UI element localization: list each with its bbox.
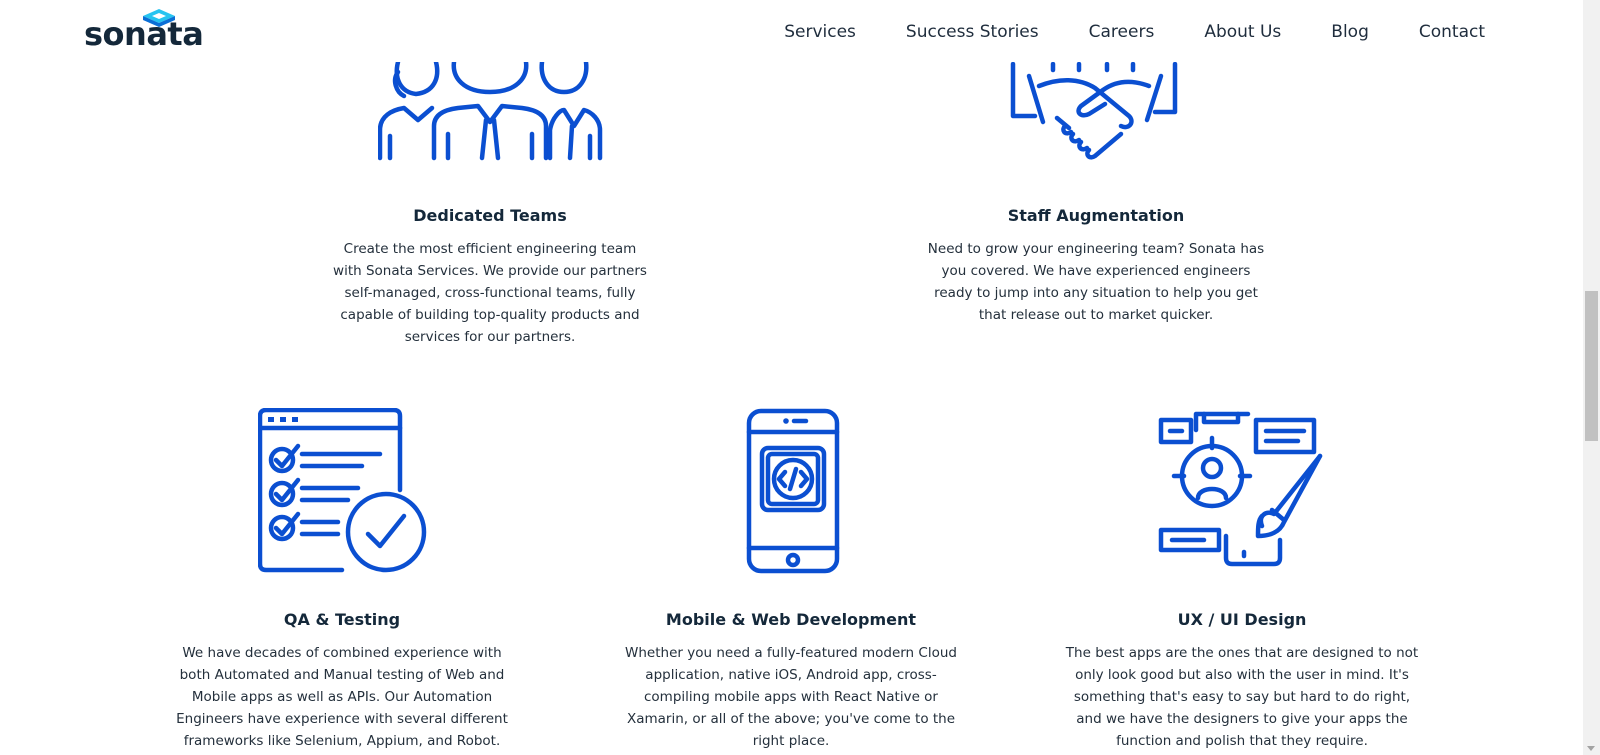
nav-contact[interactable]: Contact	[1419, 19, 1485, 45]
scroll-down-arrow-icon[interactable]	[1587, 746, 1595, 751]
logo-link[interactable]: sonata	[84, 8, 204, 56]
scrollbar-thumb[interactable]	[1585, 291, 1598, 441]
service-card-ux-ui: UX / UI Design The best apps are the one…	[1060, 0, 1424, 755]
nav-services[interactable]: Services	[784, 19, 856, 45]
nav-careers[interactable]: Careers	[1089, 19, 1155, 45]
brand-name: sonata	[84, 15, 204, 53]
page: Dedicated Teams Create the most efficien…	[0, 0, 1600, 755]
service-title: UX / UI Design	[1177, 610, 1307, 629]
site-header: sonata Services Success Stories Careers …	[0, 0, 1583, 62]
service-description: We have decades of combined experience w…	[176, 645, 508, 749]
service-title: QA & Testing	[283, 610, 401, 629]
nav-about-us[interactable]: About Us	[1204, 19, 1281, 45]
service-description: The best apps are the ones that are desi…	[1065, 645, 1419, 749]
main-nav: Services Success Stories Careers About U…	[734, 19, 1485, 45]
design-brush-icon	[1158, 406, 1328, 574]
service-description: Whether you need a fully-featured modern…	[625, 645, 957, 749]
nav-success-stories[interactable]: Success Stories	[906, 19, 1039, 45]
mobile-code-icon	[746, 408, 840, 574]
checklist-icon	[257, 407, 430, 574]
service-card-qa-testing: QA & Testing We have decades of combined…	[162, 0, 522, 755]
vertical-scrollbar[interactable]	[1583, 0, 1600, 755]
service-card-mobile-web: Mobile & Web Development Whether you nee…	[608, 0, 974, 755]
services-section: Dedicated Teams Create the most efficien…	[0, 0, 1583, 755]
nav-blog[interactable]: Blog	[1331, 19, 1369, 45]
service-title: Mobile & Web Development	[665, 610, 917, 629]
